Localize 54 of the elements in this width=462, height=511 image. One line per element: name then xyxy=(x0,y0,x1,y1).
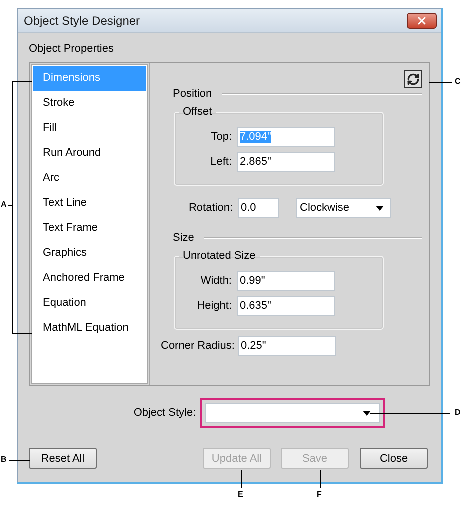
direction-dropdown[interactable]: Clockwise xyxy=(296,198,391,218)
leader-line xyxy=(320,470,321,488)
close-button[interactable] xyxy=(407,12,437,28)
input-field[interactable]: 0.25" xyxy=(238,336,336,356)
leader-line xyxy=(241,470,242,488)
input-field[interactable]: 2.865" xyxy=(237,152,335,172)
section-heading: Size xyxy=(173,232,194,244)
callout-letter: D xyxy=(455,408,461,417)
close-icon xyxy=(416,14,428,26)
input-field[interactable]: 0.635" xyxy=(237,296,335,316)
field-value: 7.094" xyxy=(240,131,272,143)
callout-letter: F xyxy=(317,490,322,499)
field-label: Top: xyxy=(210,131,232,143)
category-item[interactable]: Text Frame xyxy=(33,216,146,241)
category-item[interactable]: Text Line xyxy=(33,191,146,216)
category-item[interactable]: MathML Equation xyxy=(33,316,146,341)
dialog-button[interactable]: Close xyxy=(360,448,428,469)
leader-line xyxy=(429,82,452,83)
callout-letter: B xyxy=(1,455,7,464)
field-label: Corner Radius: xyxy=(161,340,233,352)
field-label: Left: xyxy=(210,156,232,168)
refresh-icon xyxy=(406,72,420,86)
category-item[interactable]: Fill xyxy=(33,116,146,141)
group-heading: Unrotated Size xyxy=(182,250,257,262)
callout-letter: C xyxy=(455,77,461,86)
dropdown-arrow-icon xyxy=(376,206,384,210)
category-item[interactable]: Stroke xyxy=(33,91,146,116)
dialog-button[interactable]: Reset All xyxy=(29,448,97,469)
section-label: Object Properties xyxy=(29,43,115,55)
section-heading: Position xyxy=(173,88,212,100)
field-value: 0.25" xyxy=(241,340,266,352)
field-value: 0.99" xyxy=(240,275,266,287)
field-value: 2.865" xyxy=(240,156,272,168)
category-item[interactable]: Arc xyxy=(33,166,146,191)
field-value: 0.0 xyxy=(241,202,256,214)
input-field[interactable]: 0.99" xyxy=(237,271,335,291)
group-heading: Offset xyxy=(182,106,214,118)
leader-line xyxy=(9,460,30,461)
category-item[interactable]: Run Around xyxy=(33,141,146,166)
dropdown-arrow-icon xyxy=(363,410,372,416)
refresh-button[interactable] xyxy=(404,70,422,88)
dropdown-value: Clockwise xyxy=(300,202,350,214)
category-item[interactable]: Graphics xyxy=(33,241,146,266)
callout-letter: A xyxy=(1,200,7,209)
field-label: Width: xyxy=(200,275,232,287)
category-item[interactable]: Equation xyxy=(33,291,146,316)
category-item[interactable]: Anchored Frame xyxy=(33,266,146,291)
field-label: Rotation: xyxy=(188,202,233,214)
callout-letter: E xyxy=(238,490,244,499)
field-label: Height: xyxy=(196,300,232,312)
field-label: Object Style: xyxy=(134,407,196,419)
input-field[interactable]: 0.0 xyxy=(238,198,279,218)
field-value: 0.635" xyxy=(240,300,272,312)
window-title: Object Style Designer xyxy=(24,14,140,28)
